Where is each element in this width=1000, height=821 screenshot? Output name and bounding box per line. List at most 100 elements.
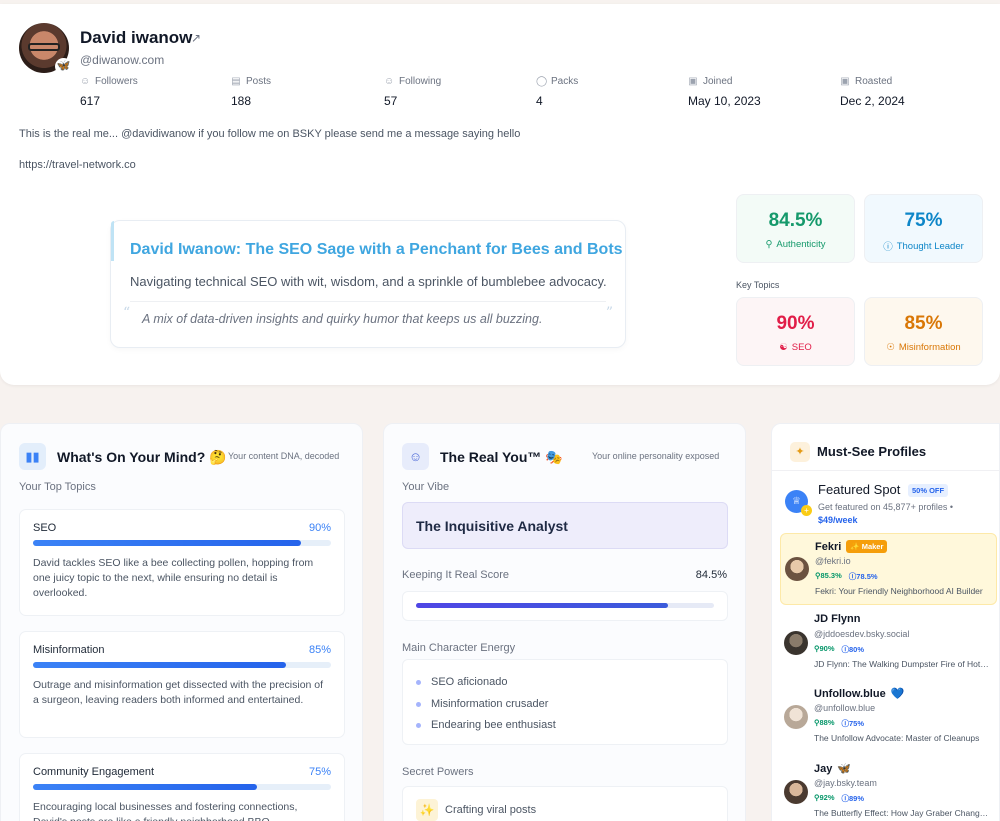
influence-value: 78.5% <box>856 572 878 581</box>
stat-following: ☺ Following 57 <box>384 76 441 108</box>
metric-seo: 90% ☯ SEO <box>736 297 855 366</box>
crown-icon: ♕ + <box>785 490 812 516</box>
metric-label: Thought Leader <box>896 240 964 252</box>
stat-label: Packs <box>551 76 579 87</box>
stat-roasted: ▣ Roasted Dec 2, 2024 <box>840 76 905 108</box>
profile-handle: @diwanow.com <box>80 53 165 67</box>
topic-percent: 75% <box>308 766 331 778</box>
metric-authenticity: 84.5% ⚲ Authenticity <box>736 194 855 263</box>
authenticity-value: 90% <box>819 644 835 653</box>
profile-description: The Unfollow Advocate: Master of Cleanup… <box>814 733 980 743</box>
close-quote-icon: ” <box>605 305 613 321</box>
plus-icon: + <box>801 505 812 516</box>
stat-value: 4 <box>536 94 543 108</box>
butterfly-icon: 🦋 <box>837 763 852 775</box>
bullet-icon <box>416 679 421 685</box>
topic-card-seo: SEO 90% David tackles SEO like a bee col… <box>19 509 345 616</box>
metric-label: SEO <box>791 342 812 353</box>
trophy-icon: ⚲ <box>765 239 773 250</box>
bluesky-butterfly-icon: 🦋 <box>55 58 72 75</box>
profile-name-row: Jay 🦋 <box>814 762 852 776</box>
energy-item: Endearing bee enthusiast <box>416 719 556 731</box>
bullet-icon <box>416 701 421 707</box>
profile-handle: @jay.bsky.team <box>814 778 877 788</box>
metric-label: Misinformation <box>898 342 961 353</box>
topic-progress-track <box>33 784 331 790</box>
topic-progress-fill <box>33 784 257 790</box>
stat-label: Posts <box>246 76 272 87</box>
profile-link[interactable]: https://travel-network.co <box>19 159 136 171</box>
influence-chip: ⓘ89% <box>841 794 865 803</box>
mind-panel: ▮▮ What's On Your Mind? 🤔 Your content D… <box>0 423 363 821</box>
vibe-label: Your Vibe <box>402 481 450 493</box>
stat-joined: ▣ Joined May 10, 2023 <box>688 76 761 108</box>
featured-title[interactable]: Featured Spot <box>818 482 900 497</box>
maker-badge: ✨ Maker <box>846 540 888 553</box>
topic-progress-track <box>33 540 331 546</box>
info-icon: ⓘ <box>883 242 893 253</box>
sparkle-icon: ✨ <box>416 799 438 821</box>
topic-card-community-engagement: Community Engagement 75% Encouraging loc… <box>19 753 345 821</box>
profile-card-jay[interactable]: Jay 🦋 @jay.bsky.team ⚲92% ⓘ89% The Butterf… <box>780 756 997 821</box>
bar-chart-icon: ▮▮ <box>19 443 46 470</box>
external-link-icon[interactable]: ↗ <box>191 31 201 45</box>
energy-text: SEO aficionado <box>431 676 508 688</box>
energy-item: Misinformation crusader <box>416 698 548 710</box>
profile-stats: ⚲88% ⓘ75% <box>814 718 864 729</box>
power-card: ✨ Crafting viral posts <box>402 786 728 821</box>
profile-card-unfollow-blue[interactable]: Unfollow.blue 💙 @unfollow.blue ⚲88% ⓘ75% T… <box>780 681 997 753</box>
energy-item: SEO aficionado <box>416 676 507 688</box>
divider <box>772 470 999 471</box>
topic-progress-fill <box>33 540 302 546</box>
influence-value: 75% <box>849 719 865 728</box>
authenticity-chip: ⚲88% <box>814 718 835 727</box>
must-see-title: Must-See Profiles <box>817 444 927 459</box>
roast-card: David Iwanow: The SEO Sage with a Pencha… <box>110 220 626 348</box>
sparkle-icon: ✦ <box>790 442 810 462</box>
display-name: David iwanow <box>80 28 193 47</box>
profile-card-jd-flynn[interactable]: JD Flynn @jddoesdev.bsky.social ⚲90% ⓘ80%… <box>780 607 997 679</box>
power-text: Crafting viral posts <box>445 804 537 816</box>
energy-text: Endearing bee enthusiast <box>431 719 556 731</box>
user-following-icon: ☺ <box>384 76 395 87</box>
authenticity-value: 85.3% <box>820 571 842 580</box>
avatar[interactable]: 🦋 <box>19 23 72 75</box>
profile-name: Fekri <box>815 540 842 553</box>
topic-progress-fill <box>33 662 287 668</box>
user-icon: ☺ <box>402 443 429 470</box>
metric-value: 90% <box>776 313 815 334</box>
powers-label: Secret Powers <box>402 766 474 778</box>
authenticity-chip: ⚲92% <box>814 793 835 802</box>
globe-icon: ◯ <box>536 76 548 87</box>
profile-description: Fekri: Your Friendly Neighborhood AI Bui… <box>815 586 983 596</box>
topic-card-misinformation: Misinformation 85% Outrage and misinform… <box>19 631 345 738</box>
profile-name-row: Unfollow.blue 💙 <box>814 687 904 701</box>
topic-description: Outrage and misinformation get dissected… <box>33 679 324 706</box>
avatar <box>784 705 808 729</box>
stat-value: Dec 2, 2024 <box>840 94 905 108</box>
influence-chip: ⓘ80% <box>841 645 865 654</box>
roast-accent <box>111 221 114 261</box>
metric-misinformation: 85% ☉ Misinformation <box>864 297 983 366</box>
metric-label: Authenticity <box>776 239 826 250</box>
avatar <box>784 631 808 655</box>
roast-subtitle: Navigating technical SEO with wit, wisdo… <box>130 274 607 289</box>
profile-bio: This is the real me... @davidiwanow if y… <box>19 128 521 140</box>
profile-description: The Butterfly Effect: How Jay Graber Cha… <box>814 808 990 818</box>
stat-label: Following <box>399 76 442 87</box>
profile-handle: @fekri.io <box>815 556 851 566</box>
calendar-icon: ▣ <box>840 76 850 87</box>
profile-handle: @jddoesdev.bsky.social <box>814 629 910 639</box>
globe-icon: ☯ <box>779 342 788 353</box>
profile-handle: @unfollow.blue <box>814 703 876 713</box>
vibe-box: The Inquisitive Analyst <box>402 502 728 549</box>
topic-name: Misinformation <box>33 644 105 656</box>
authenticity-chip: ⚲90% <box>814 644 835 653</box>
topic-description: David tackles SEO like a bee collecting … <box>33 557 314 599</box>
profile-card-fekri[interactable]: Fekri ✨ Maker @fekri.io ⚲85.3% ⓘ78.5% Fekr… <box>780 533 997 605</box>
metric-value: 84.5% <box>768 210 823 231</box>
metric-value: 75% <box>904 210 943 231</box>
profile-name: Unfollow.blue <box>814 687 886 700</box>
profile-name: JD Flynn <box>814 613 861 625</box>
stat-followers: ☺ Followers 617 <box>80 76 138 108</box>
